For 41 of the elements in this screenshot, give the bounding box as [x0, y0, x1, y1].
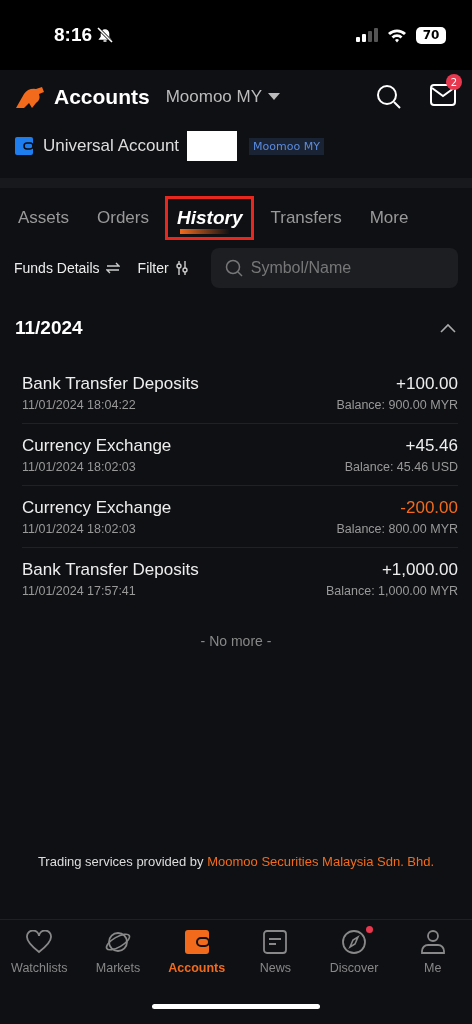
- end-of-list-text: - No more -: [200, 633, 272, 649]
- tab[interactable]: Assets: [6, 196, 82, 240]
- balance-text: Balance: 800.00 MYR: [336, 522, 458, 536]
- transaction-title: Bank Transfer Deposits: [22, 560, 199, 580]
- balance-text: Balance: 45.46 USD: [344, 460, 458, 474]
- nav-tab[interactable]: Discover: [314, 928, 394, 988]
- transaction-title: Bank Transfer Deposits: [22, 374, 199, 394]
- transaction-title: Currency Exchange: [22, 498, 172, 518]
- transaction-amount: +45.46: [405, 436, 458, 456]
- provider-link[interactable]: Moomoo Securities Malaysia Sdn. Bhd.: [207, 854, 435, 869]
- account-tag: Moomoo MY: [249, 137, 324, 155]
- transaction-time: 11/01/2024 18:04:22: [22, 398, 137, 412]
- transaction-time: 11/01/2024 17:57:41: [22, 584, 137, 598]
- tab[interactable]: More: [357, 196, 421, 240]
- tab[interactable]: Orders: [85, 196, 161, 240]
- nav-tab[interactable]: Me: [393, 928, 472, 988]
- transaction-time: 11/01/2024 18:02:03: [22, 460, 137, 474]
- provider-note: Trading services provided by Moomoo Securities Malaysia Sdn. Bhd.: [37, 854, 435, 869]
- transaction-amount: +100.00: [396, 374, 458, 394]
- status-time: 8:16: [54, 24, 93, 46]
- search-field[interactable]: Symbol/Name: [210, 248, 458, 288]
- transaction-title: Currency Exchange: [22, 436, 172, 456]
- account-name: Universal Account: [43, 136, 180, 156]
- nav-tab[interactable]: Markets: [78, 928, 158, 988]
- nav-tab[interactable]: Watchlists: [0, 928, 79, 988]
- nav-tab[interactable]: News: [236, 928, 315, 988]
- nav-tab[interactable]: Accounts: [157, 928, 236, 988]
- balance-text: Balance: 1,000.00 MYR: [325, 584, 458, 598]
- tab[interactable]: Transfers: [258, 196, 354, 240]
- transaction-amount: +1,000.00: [381, 560, 458, 580]
- transaction-time: 11/01/2024 18:02:03: [22, 522, 137, 536]
- notification-badge: 2: [446, 74, 462, 90]
- transaction-amount: -200.00: [400, 498, 458, 518]
- month-heading: 11/2024: [15, 317, 83, 339]
- tab[interactable]: History: [165, 196, 255, 240]
- filter-button[interactable]: Filter: [137, 260, 189, 276]
- account-switcher[interactable]: Moomoo MY: [165, 87, 281, 107]
- funds-details-button[interactable]: Funds Details: [14, 260, 120, 276]
- battery-icon: 70: [416, 26, 446, 44]
- page-title: Accounts: [54, 85, 150, 109]
- balance-text: Balance: 900.00 MYR: [336, 398, 458, 412]
